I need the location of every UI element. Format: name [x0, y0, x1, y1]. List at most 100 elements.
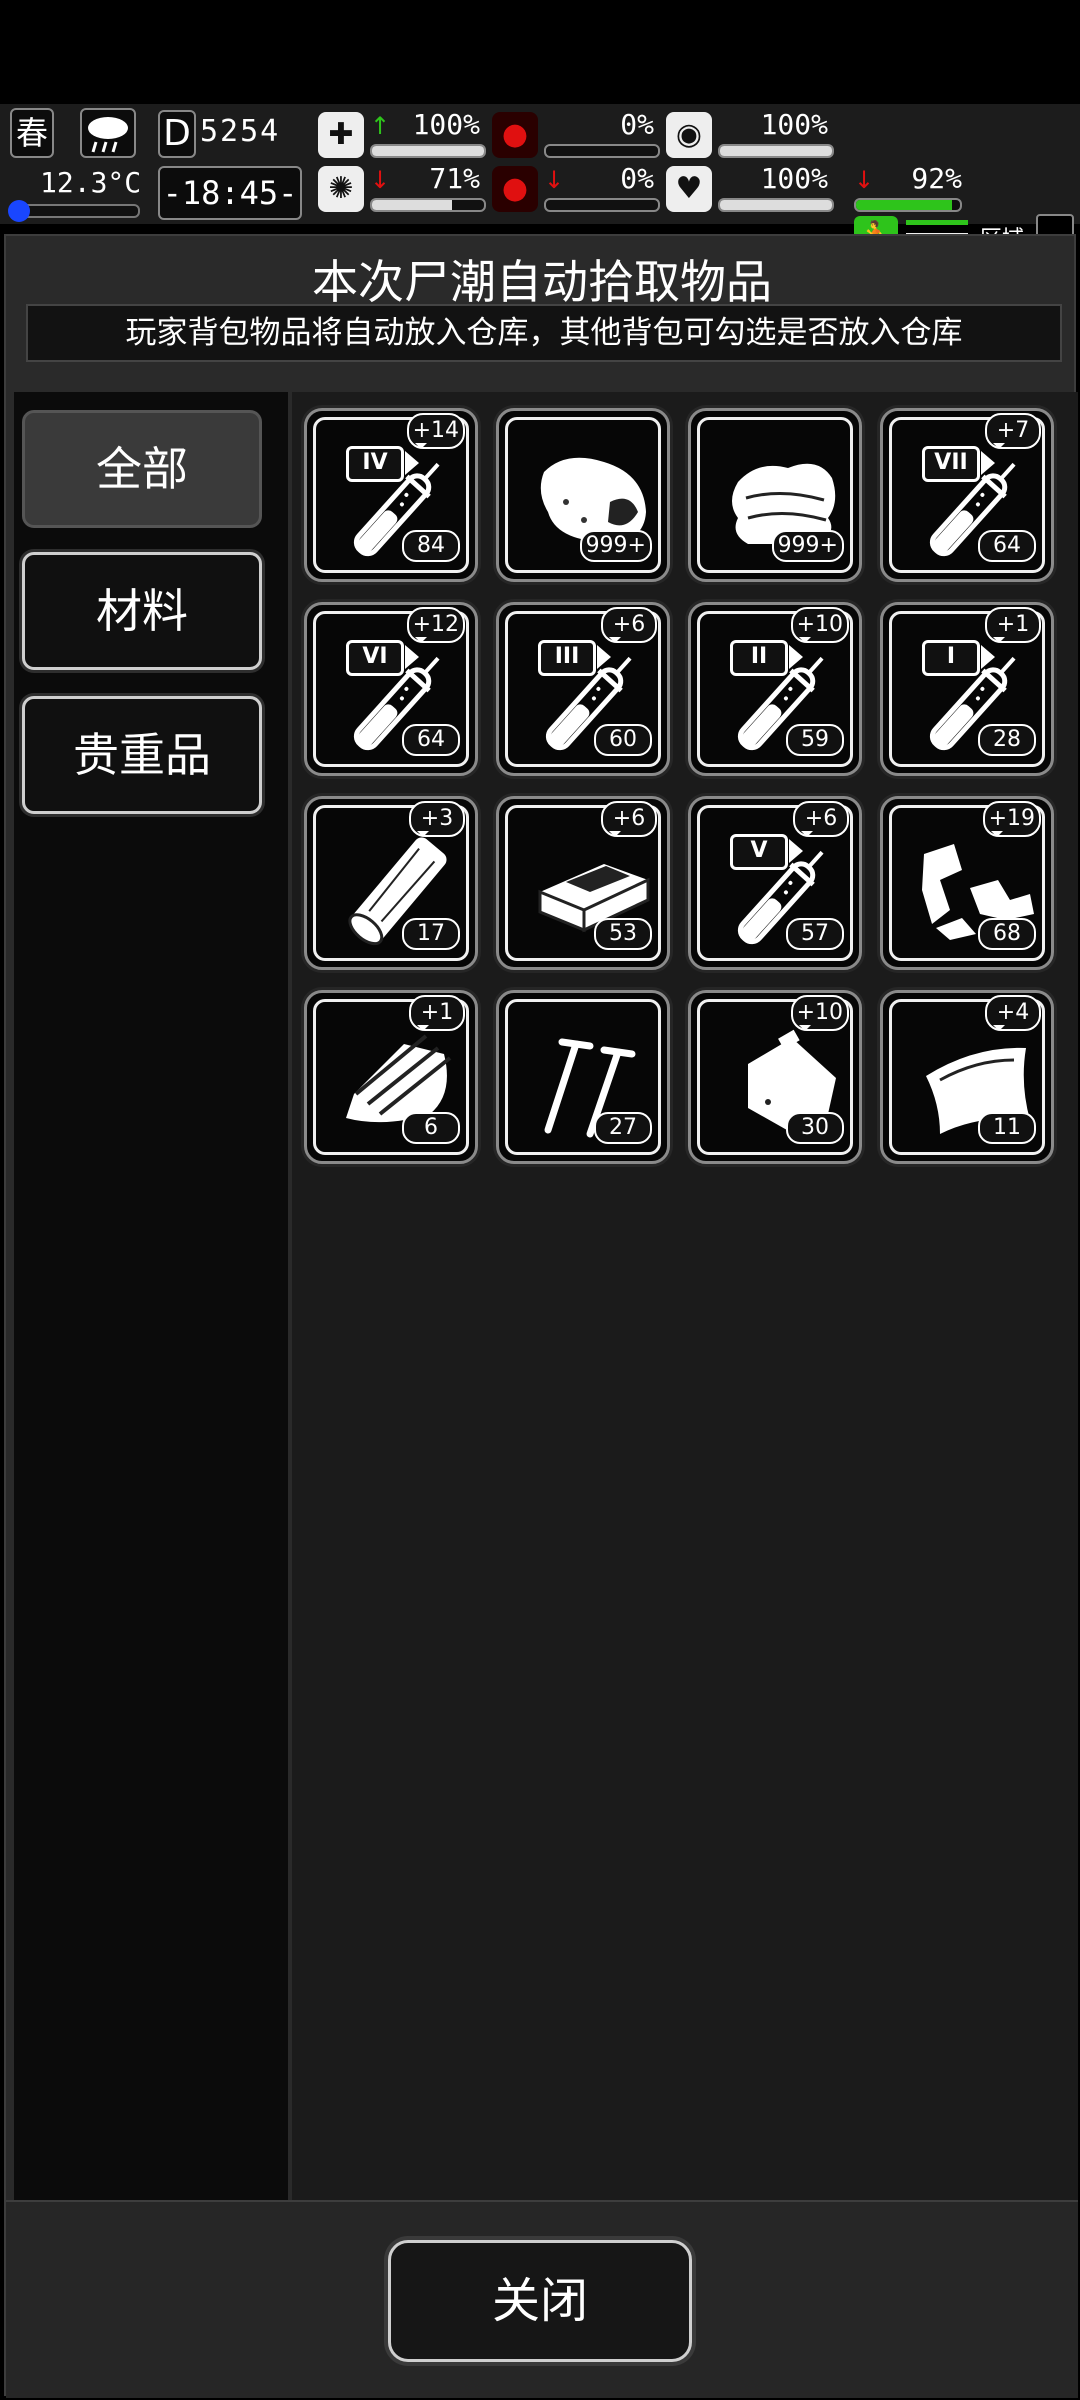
stat-value: 100% — [412, 108, 480, 141]
stat-value: 92% — [911, 162, 962, 195]
blood-drop-icon: ● — [492, 166, 538, 212]
stat-blood: ● ↓ 0% — [492, 162, 662, 214]
arrow-down-icon: ↓ — [370, 166, 391, 194]
item-count: 57 — [786, 918, 844, 950]
dialog-title: 本次尸潮自动拾取物品 — [312, 255, 772, 309]
item-frame: 27 — [505, 999, 661, 1155]
stat-bar — [370, 144, 486, 158]
rain-cloud-icon — [80, 108, 136, 158]
game-clock: -18:45- — [158, 166, 302, 220]
item-count: 60 — [594, 724, 652, 756]
medkit-icon: ✚ — [318, 112, 364, 158]
stat-bar — [544, 198, 660, 212]
stat-bar — [854, 198, 962, 212]
item-gain-badge: +6 — [601, 607, 657, 643]
item-gain-badge: +14 — [406, 413, 465, 449]
close-button[interactable]: 关闭 — [388, 2240, 692, 2362]
brain-icon: ✺ — [318, 166, 364, 212]
stat-stamina: ◉ 100% — [666, 108, 836, 160]
day-icon: D — [158, 110, 196, 158]
arrow-up-icon: ↑ — [370, 112, 391, 140]
item-slot[interactable]: 68 +19 — [880, 796, 1054, 970]
item-slot[interactable]: 17 +3 — [304, 796, 478, 970]
tab-all[interactable]: 全部 — [22, 410, 262, 528]
item-grid: IV 84 +14 999+ 999+ VII 64 +7 VI 64 +12 III 60 +6 II 59… — [292, 392, 1078, 2200]
item-slot[interactable]: 11 +4 — [880, 990, 1054, 1164]
item-gain-badge: +1 — [409, 995, 465, 1031]
item-count: 68 — [978, 918, 1036, 950]
item-count: 64 — [402, 724, 460, 756]
temperature-readout: 12.3°C — [40, 166, 142, 199]
item-tier-badge: V — [730, 834, 803, 870]
item-count: 6 — [402, 1112, 460, 1144]
item-gain-badge: +4 — [985, 995, 1041, 1031]
item-count: 999+ — [579, 530, 652, 562]
item-gain-badge: +6 — [793, 801, 849, 837]
stomach-icon: ● — [492, 112, 538, 158]
item-slot[interactable]: V 57 +6 — [688, 796, 862, 970]
stat-value: 0% — [620, 162, 654, 195]
item-slot[interactable]: III 60 +6 — [496, 602, 670, 776]
item-count: 17 — [402, 918, 460, 950]
temperature-gauge — [8, 200, 140, 222]
stat-hunger: ● 0% — [492, 108, 662, 160]
stat-bar — [718, 198, 834, 212]
item-gain-badge: +10 — [790, 995, 849, 1031]
category-sidebar: 全部 材料 贵重品 — [14, 392, 288, 2200]
stat-bar — [370, 198, 486, 212]
season-indicator: 春 — [10, 108, 54, 158]
item-count: 30 — [786, 1112, 844, 1144]
tab-materials[interactable]: 材料 — [22, 552, 262, 670]
dialog-subtitle: 玩家背包物品将自动放入仓库，其他背包可勾选是否放入仓库 — [26, 304, 1062, 362]
stat-value: 100% — [760, 162, 828, 195]
item-slot[interactable]: 53 +6 — [496, 796, 670, 970]
item-slot[interactable]: 30 +10 — [688, 990, 862, 1164]
stat-value: 0% — [620, 108, 654, 141]
item-gain-badge: +6 — [601, 801, 657, 837]
day-counter: 5254 — [200, 114, 281, 149]
arrow-down-icon: ↓ — [544, 166, 565, 194]
item-slot[interactable]: VII 64 +7 — [880, 408, 1054, 582]
item-gain-badge: +3 — [409, 801, 465, 837]
item-count: 53 — [594, 918, 652, 950]
item-slot[interactable]: 27 — [496, 990, 670, 1164]
heart-icon: ♥ — [666, 166, 712, 212]
stat-health: ✚ ↑ 100% — [318, 108, 488, 160]
item-count: 59 — [786, 724, 844, 756]
stat-value: 100% — [760, 108, 828, 141]
auto-pickup-dialog: 本次尸潮自动拾取物品 玩家背包物品将自动放入仓库，其他背包可勾选是否放入仓库 全… — [4, 234, 1078, 2398]
item-count: 27 — [594, 1112, 652, 1144]
status-hud: 春 12.3°C D 5254 -18:45- ✚ ↑ 100% ● 0% ◉ 100% ✺ ↓… — [0, 104, 1080, 324]
item-tier-badge: II — [730, 640, 803, 676]
stat-sanity: ✺ ↓ 71% — [318, 162, 488, 214]
item-gain-badge: +1 — [985, 607, 1041, 643]
item-count: 64 — [978, 530, 1036, 562]
item-count: 11 — [978, 1112, 1036, 1144]
arrow-down-icon: ↓ — [854, 166, 875, 194]
item-count: 999+ — [771, 530, 844, 562]
stat-mood: ♥ 100% — [666, 162, 836, 214]
thermometer-icon — [8, 200, 30, 222]
item-count: 28 — [978, 724, 1036, 756]
item-frame: 999+ — [697, 417, 853, 573]
stat-energy: ↓ 92% — [854, 162, 964, 214]
dialog-footer: 关闭 — [6, 2200, 1078, 2398]
item-slot[interactable]: 6 +1 — [304, 990, 478, 1164]
stat-bar — [544, 144, 660, 158]
item-frame: 999+ — [505, 417, 661, 573]
stat-bar — [718, 144, 834, 158]
item-slot[interactable]: 999+ — [496, 408, 670, 582]
item-count: 84 — [402, 530, 460, 562]
item-gain-badge: +19 — [982, 801, 1041, 837]
item-slot[interactable]: IV 84 +14 — [304, 408, 478, 582]
item-gain-badge: +10 — [790, 607, 849, 643]
item-slot[interactable]: VI 64 +12 — [304, 602, 478, 776]
item-slot[interactable]: II 59 +10 — [688, 602, 862, 776]
item-slot[interactable]: 999+ — [688, 408, 862, 582]
item-tier-badge: IV — [346, 446, 419, 482]
item-tier-badge: III — [538, 640, 611, 676]
item-tier-badge: I — [922, 640, 995, 676]
tab-valuables[interactable]: 贵重品 — [22, 696, 262, 814]
item-tier-badge: VI — [346, 640, 419, 676]
item-slot[interactable]: I 28 +1 — [880, 602, 1054, 776]
